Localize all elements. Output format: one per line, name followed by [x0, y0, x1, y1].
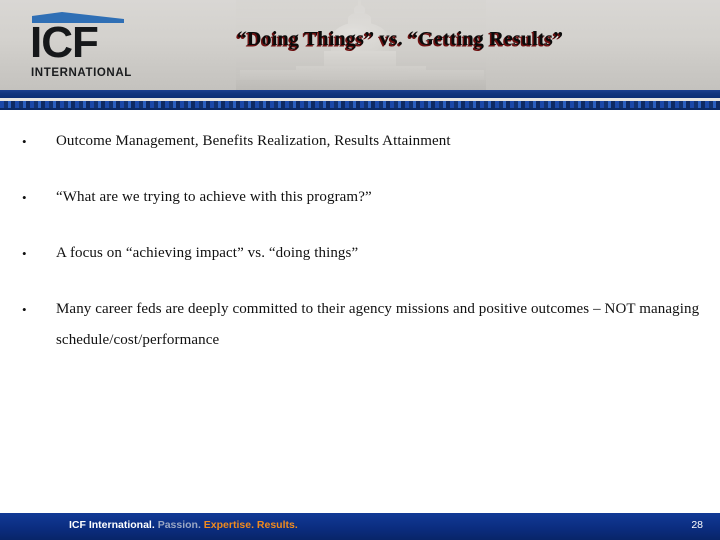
- footer-passion-text: Passion.: [157, 519, 201, 531]
- icf-international-logo: ICF INTERNATIONAL: [20, 12, 131, 82]
- footer-results-text: Results.: [256, 519, 298, 531]
- footer-expertise-text: Expertise.: [203, 519, 254, 531]
- slide-footer: ICF International. Passion. Expertise. R…: [0, 513, 720, 540]
- bullet-item: A focus on “achieving impact” vs. “doing…: [14, 238, 714, 269]
- bullet-item: “What are we trying to achieve with this…: [14, 182, 714, 213]
- logo-mark-text: ICF: [30, 18, 99, 67]
- slide-header: ICF INTERNATIONAL “Doing Things” vs. “Ge…: [0, 0, 720, 90]
- logo-subtitle-text: INTERNATIONAL: [31, 67, 132, 79]
- footer-brand-text: ICF International.: [69, 519, 155, 531]
- slide-title: “Doing Things” vs. “Getting Results”: [236, 28, 564, 50]
- slide-body: Outcome Management, Benefits Realization…: [0, 112, 720, 502]
- bullet-item: Many career feds are deeply committed to…: [14, 294, 714, 356]
- bullet-list: Outcome Management, Benefits Realization…: [14, 126, 714, 381]
- header-dashed-rule: [0, 101, 720, 108]
- bullet-item: Outcome Management, Benefits Realization…: [14, 126, 714, 157]
- slide: ICF INTERNATIONAL “Doing Things” vs. “Ge…: [0, 0, 720, 540]
- page-number: 28: [691, 519, 703, 531]
- header-bottom-rule: [0, 108, 720, 110]
- footer-tagline: ICF International. Passion. Expertise. R…: [69, 519, 298, 531]
- header-solid-rule: [0, 90, 720, 98]
